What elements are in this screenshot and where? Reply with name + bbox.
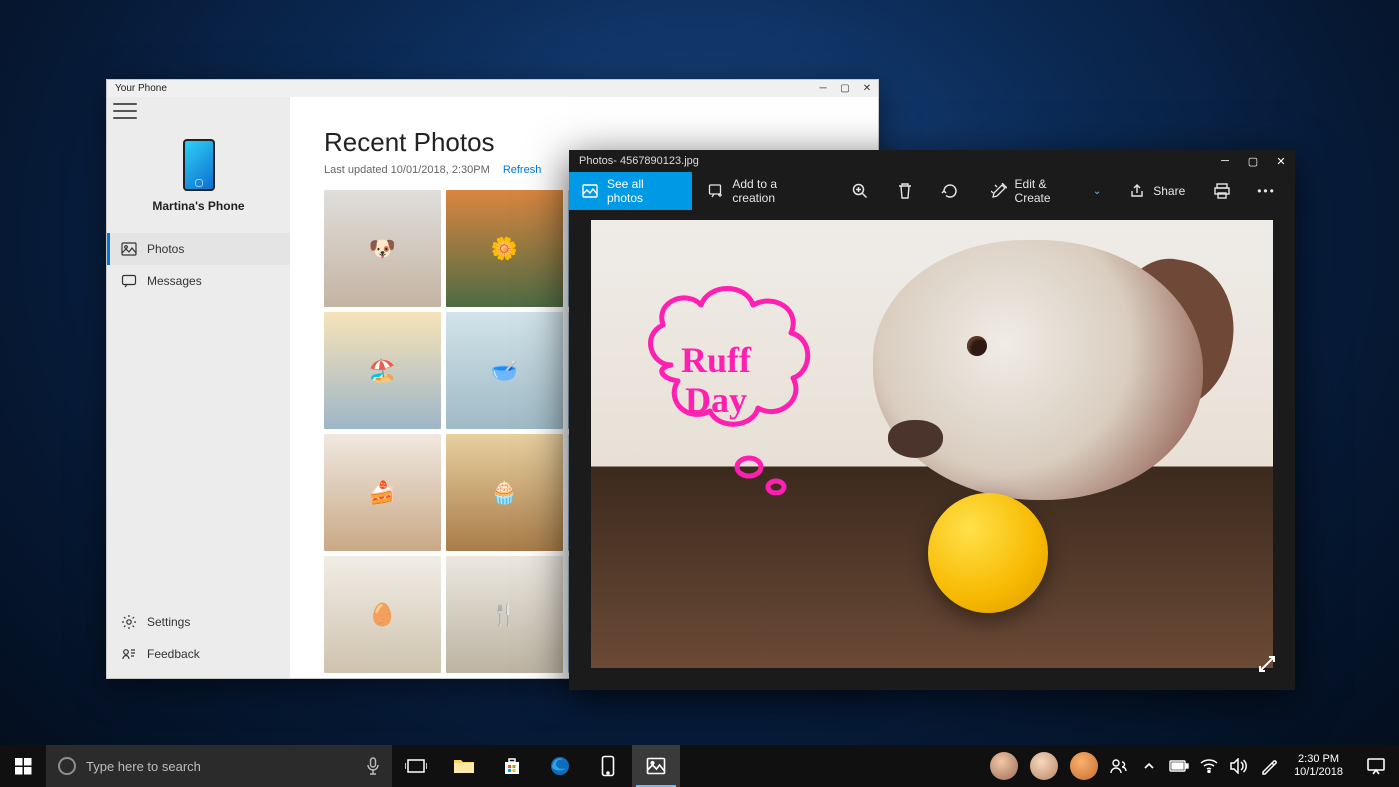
people-button[interactable] [1104, 745, 1134, 787]
chevron-down-icon: ⌄ [1093, 186, 1101, 197]
sidebar-item-feedback[interactable]: Feedback [107, 638, 290, 670]
print-button[interactable] [1201, 172, 1242, 210]
share-icon [1129, 183, 1145, 199]
cortana-icon [58, 757, 76, 775]
close-button[interactable]: ✕ [1267, 150, 1295, 172]
add-to-creation-button[interactable]: Add to a creation [696, 172, 832, 210]
annotation-text-1: Ruff [681, 340, 751, 380]
more-button[interactable]: ••• [1246, 172, 1287, 210]
clock-date: 10/1/2018 [1294, 766, 1343, 779]
photos-titlebar[interactable]: Photos- 4567890123.jpg ─ ▢ ✕ [569, 150, 1295, 172]
add-creation-icon [708, 183, 724, 199]
annotation-text-2: Day [681, 380, 751, 420]
see-all-photos-button[interactable]: See all photos [569, 172, 692, 210]
hamburger-icon[interactable] [113, 103, 137, 119]
ink-annotation: Ruff Day [631, 275, 851, 495]
phone-device-icon [183, 139, 215, 191]
refresh-link[interactable]: Refresh [503, 164, 542, 176]
photos-viewer-window: Photos- 4567890123.jpg ─ ▢ ✕ See all pho… [569, 150, 1295, 690]
phone-name-label: Martina's Phone [107, 199, 290, 213]
add-to-creation-label: Add to a creation [732, 177, 820, 205]
photo-thumbnail[interactable]: 🐶 [324, 190, 441, 307]
pinned-contact[interactable] [1030, 752, 1058, 780]
clock-time: 2:30 PM [1294, 753, 1343, 766]
your-phone-taskbar-button[interactable] [584, 745, 632, 787]
zoom-icon [851, 182, 869, 200]
sidebar-item-photos[interactable]: Photos [107, 233, 290, 265]
sidebar-item-label: Messages [147, 274, 202, 288]
minimize-button[interactable]: ─ [812, 80, 834, 97]
taskbar: Type here to search [0, 745, 1399, 787]
feedback-icon [121, 646, 137, 662]
photos-toolbar: See all photos Add to a creation [569, 172, 1295, 210]
edit-icon [991, 183, 1007, 199]
clock-button[interactable]: 2:30 PM 10/1/2018 [1284, 753, 1353, 779]
photo-thumbnail[interactable]: 🍴 [446, 556, 563, 673]
photo-thumbnail[interactable]: 🧁 [446, 434, 563, 551]
photos-app-taskbar-button[interactable] [632, 745, 680, 787]
search-box[interactable]: Type here to search [46, 745, 392, 787]
messages-icon [121, 273, 137, 289]
share-label: Share [1153, 184, 1185, 198]
print-icon [1213, 182, 1231, 200]
rotate-icon [941, 182, 959, 200]
tray-chevron-button[interactable] [1134, 745, 1164, 787]
photo-canvas[interactable]: Ruff Day [591, 220, 1273, 668]
your-phone-titlebar[interactable]: Your Phone ─ ▢ ✕ [107, 80, 878, 97]
photo-thumbnail[interactable]: 🌼 [446, 190, 563, 307]
photo-thumbnail[interactable]: 🥣 [446, 312, 563, 429]
your-phone-title: Your Phone [115, 83, 167, 94]
edit-create-label: Edit & Create [1015, 177, 1083, 205]
delete-button[interactable] [885, 172, 926, 210]
mic-icon[interactable] [366, 757, 380, 775]
battery-icon[interactable] [1164, 745, 1194, 787]
your-phone-sidebar: Martina's Phone Photos Messages [107, 97, 290, 678]
last-updated-label: Last updated 10/01/2018, 2:30PM [324, 164, 490, 176]
edge-browser-button[interactable] [536, 745, 584, 787]
volume-icon[interactable] [1224, 745, 1254, 787]
ink-workspace-icon[interactable] [1254, 745, 1284, 787]
edit-create-button[interactable]: Edit & Create ⌄ [979, 172, 1114, 210]
photo-thumbnail[interactable]: 🍰 [324, 434, 441, 551]
file-explorer-button[interactable] [440, 745, 488, 787]
sidebar-item-messages[interactable]: Messages [107, 265, 290, 297]
maximize-button[interactable]: ▢ [1239, 150, 1267, 172]
start-button[interactable] [0, 745, 46, 787]
zoom-button[interactable] [840, 172, 881, 210]
see-all-photos-label: See all photos [607, 177, 680, 205]
pinned-contact[interactable] [1070, 752, 1098, 780]
trash-icon [897, 182, 913, 200]
photos-icon [121, 241, 137, 257]
sidebar-item-label: Settings [147, 615, 190, 629]
pinned-contact[interactable] [990, 752, 1018, 780]
sidebar-item-label: Feedback [147, 647, 200, 661]
fullscreen-button[interactable] [1255, 652, 1279, 676]
maximize-button[interactable]: ▢ [834, 80, 856, 97]
sidebar-item-label: Photos [147, 242, 184, 256]
photos-window-title: Photos- 4567890123.jpg [579, 155, 699, 167]
photo-thumbnail[interactable]: 🏖️ [324, 312, 441, 429]
more-icon: ••• [1257, 184, 1276, 198]
rotate-button[interactable] [930, 172, 971, 210]
action-center-button[interactable] [1353, 745, 1399, 787]
share-button[interactable]: Share [1117, 172, 1197, 210]
microsoft-store-button[interactable] [488, 745, 536, 787]
photo-content-dog [803, 220, 1273, 668]
search-placeholder: Type here to search [86, 759, 201, 774]
close-button[interactable]: ✕ [856, 80, 878, 97]
photo-thumbnail[interactable]: 🥚 [324, 556, 441, 673]
photo-collection-icon [581, 182, 599, 200]
sidebar-item-settings[interactable]: Settings [107, 606, 290, 638]
gear-icon [121, 614, 137, 630]
task-view-button[interactable] [392, 745, 440, 787]
minimize-button[interactable]: ─ [1211, 150, 1239, 172]
wifi-icon[interactable] [1194, 745, 1224, 787]
